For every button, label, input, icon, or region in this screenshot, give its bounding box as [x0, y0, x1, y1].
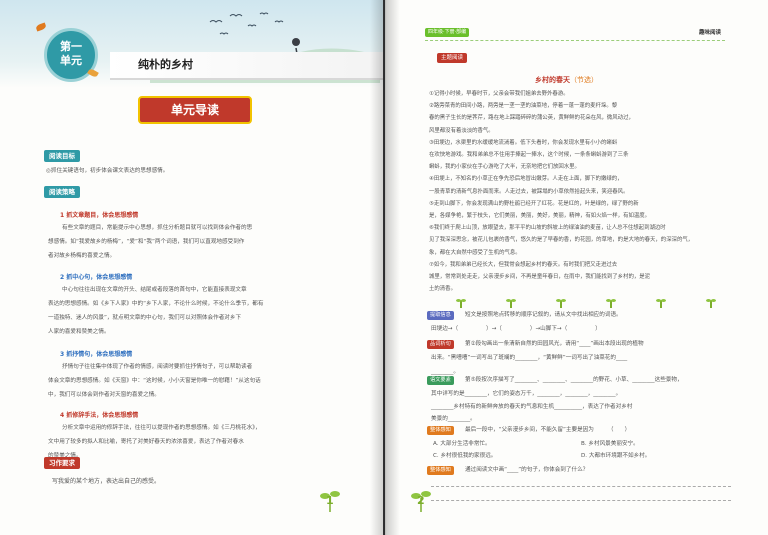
q1-answer-line[interactable]: 田埂边→（ ）→（ ）→山脚下→（ ）	[431, 326, 601, 333]
strategy-3-line: 中，我们可以体会到作者对天窗的喜爱之情。	[48, 392, 160, 398]
divider-sprouts	[440, 296, 740, 308]
q1-text: 短文是按照地点转移的顺序记叙的，请从文中找出相应的词语。	[465, 312, 622, 318]
strategy-1-title: 1 抓文章题目，体会思想感情	[60, 212, 139, 219]
passage-line: 象，都在大自然中感受了生机的气息。	[429, 249, 521, 256]
reading-goal-label: 阅读目标	[44, 150, 80, 162]
strategy-2-line: 人家的喜爱和赞美之情。	[48, 329, 110, 335]
passage-line: ④田埂上，不知名的小草正在争先恐后地冒出嫩芽。人走在上面，脚下的嫩绿的，	[429, 176, 623, 183]
passage-line: 是，各媒争艳，繁于枝头，它们美丽，美丽，美好，美丽，精神，有如火焰一样，有如温度…	[429, 213, 651, 219]
q2-answer-line[interactable]: 出来。“黑嘈嘈”一词写出了斑斓的________，“黄鲜鲜”一词写出了油菜花的_…	[431, 355, 627, 362]
passage-line: 在欢快地游戏。我和弟弟总不住用手捧起一捧水，这个时候，一条条蝌蚪游到了三条	[429, 152, 629, 158]
q1-label: 提取信息	[427, 311, 454, 320]
writing-requirement-text: 写我爱的某个地方，表达出自己的感受。	[52, 478, 161, 485]
passage-line: ②路旁菜青的田间小路，两旁是一垄一垄的油菜地，停着一蓬一蓬的麦秆垛。黎	[429, 103, 618, 110]
birds-icon	[209, 12, 284, 35]
q5-label: 整体感知	[427, 466, 454, 475]
unit-guide-banner: 单元导读	[138, 96, 252, 124]
unit-line1: 第一	[60, 40, 82, 53]
q5-answer-line[interactable]	[431, 486, 731, 487]
reading-goal-text: ◎抓住关键语句，初步体会课文表达的思想感情。	[46, 168, 169, 174]
q5-answer-line[interactable]	[431, 500, 731, 501]
strategy-2-line: 中心句往往出现在文章的开头、结尾或者段落的首句中，它能直接表现文章	[62, 287, 247, 293]
passage-line: 土的清香。	[429, 286, 456, 293]
passage-line: 见了我深深思念，被花儿包裹的香气，悠久的是了早春的香，的花园，的草地，的是大地的…	[429, 237, 694, 244]
passage-line: 蝌蚪，我的小家伙在手心游吃了大半，无奈地把它们放回水里。	[429, 164, 580, 171]
passage-line: 城里，常常到处走走，父亲漫步乡间，不再是童年春日，在雨中，我们能找到了乡村的，是…	[429, 274, 651, 280]
q2-text: 第②段勾画出一条清新自然的田园风光，请用“____”画出本段出现的植物	[465, 341, 644, 347]
header-right-label: 趣味阅读	[699, 30, 722, 36]
passage-title: 乡村的春天（节选）	[535, 75, 598, 85]
passage-title-text: 乡村的春天	[535, 76, 570, 84]
unit-line2: 单元	[60, 54, 82, 67]
strategy-3-title: 3 抓抒情句，体会思想感情	[60, 351, 133, 358]
left-page-number: 1	[326, 494, 334, 507]
grade-tag: 四年级·下册·部编	[425, 28, 470, 37]
q3-answer-line[interactable]: 其中详写的是________，它们的姿态万千，________，________…	[431, 391, 621, 398]
strategy-2-line: 一道独特、迷人的风景”，就点明文章的中心句，我们可以对照体会作者对乡下	[48, 315, 242, 321]
q3-label: 语文要素	[427, 376, 454, 385]
q3-answer-line[interactable]: 美景的________。	[431, 416, 476, 423]
q4-option-c[interactable]: C. 乡村很低我的家很远。	[433, 453, 496, 460]
strategy-1-line: 有些文章的题目，常能提示中心思想，抓住分析题目就可以找到体会作者的思	[62, 225, 253, 231]
strategy-4-title: 4 抓修辞手法，体会思想感情	[60, 412, 139, 419]
writing-requirement-label: 习作要求	[44, 457, 80, 469]
right-page: 四年级·下册·部编 趣味阅读 主题阅读 乡村的春天（节选） ①记得小时候，早春时…	[385, 0, 768, 535]
strategy-3-line: 抒情句子往往集中体现了作者的情感，阅读时要抓住抒情句子，可以帮助读者	[62, 364, 253, 370]
strategy-1-line: 想感情。如“我爱故乡的杨梅”，“爱”和“我”两个词语，我们可以直观地感受到作	[48, 239, 245, 245]
q4-option-a[interactable]: A. 大部分生活非常忙。	[433, 441, 491, 448]
right-page-number: 2	[417, 494, 425, 507]
reading-strategy-label: 阅读策略	[44, 186, 80, 198]
passage-line: 风里都没有着淡淡的香气。	[429, 127, 494, 134]
left-page: 第一 单元 纯朴的乡村 单元导读 阅读目标 ◎抓住关键语句，初步体会课文表达的思…	[0, 0, 383, 535]
passage-author: （节选）	[570, 76, 598, 84]
strategy-3-line: 体会文章的思想感情。如《天窗》中：“这时候，小小天窗是你唯一的慰藉！”从这句话	[48, 378, 261, 384]
header-rule	[425, 40, 725, 41]
passage-line: ⑥我们终于爬上山顶，放眼望去，那平平的山坡的斜坡上的绿油油的麦苗，让人总不住想起…	[429, 225, 666, 232]
strategy-4-line: 文中用了较多的拟人和比喻，寄托了对美好春天的浓浓喜爱，表达了作者对春水	[48, 439, 244, 445]
passage-line: 春的黑子生长的是荠芹，路在地上踩踏碎碎的蒲公英，黄鲜鲜的花朵在风，微风动过，	[429, 115, 634, 122]
q4-option-d[interactable]: D. 大都市环境跟不如乡村。	[581, 453, 650, 460]
passage-line: 一股青草的清新气息扑面而来。人走过去，被踩塌的小草依然拾起头来，笑迎春风。	[429, 188, 629, 195]
strategy-4-line: 分析文章中运用的修辞手法，往往可以提现作者的思想感情。如《三月桃花水》，	[62, 425, 261, 431]
q2-answer-line[interactable]: ________。	[431, 369, 459, 376]
strategy-2-line: 表达的思想感情。如《乡下人家》中的“乡下人家，不论什么时候，不论什么季节，都有	[48, 301, 264, 307]
q4-label: 整体感知	[427, 426, 454, 435]
unit-title: 纯朴的乡村	[138, 58, 193, 71]
q4-option-b[interactable]: B. 乡村风景美丽安宁。	[581, 441, 639, 448]
strategy-1-line: 者对故乡杨梅的喜爱之情。	[48, 253, 116, 259]
strategy-2-title: 2 抓中心句，体会思想感情	[60, 274, 133, 281]
q3-answer-line[interactable]: ________乡村特有的新鲜奔放的春天的气息和生机__________，表达了…	[431, 404, 632, 411]
passage-line: ⑦如今，我和弟弟已经长大，但我常会想起乡村的春天。有时我们把又走进过去	[429, 261, 618, 268]
q4-text: 最后一段中，“父亲漫步乡间，不能久留”主要是因为 （ ）	[465, 427, 631, 433]
passage-line: ③田埂边，水渠里的水缓缓地流淌着。低下头看时，你会发现水里有小小的蝌蚪	[429, 139, 618, 146]
passage-line: ①记得小时候，早春时节，父亲会带我们姐弟去野外春游。	[429, 91, 569, 97]
q3-text: 第⑤段按次序描写了________、________、________的野花、小…	[465, 377, 683, 383]
passage-line: ⑤走到山脚下，你会发现满山的野杜鹃已经开了红花。花是红的，叶是绿的，绿了野的新	[429, 200, 639, 207]
q5-text: 通过阅读文中画“____”的句子，你体会到了什么？	[465, 467, 589, 473]
q2-label: 品词析句	[427, 340, 454, 349]
topic-reading-tag: 主题阅读	[437, 53, 468, 63]
